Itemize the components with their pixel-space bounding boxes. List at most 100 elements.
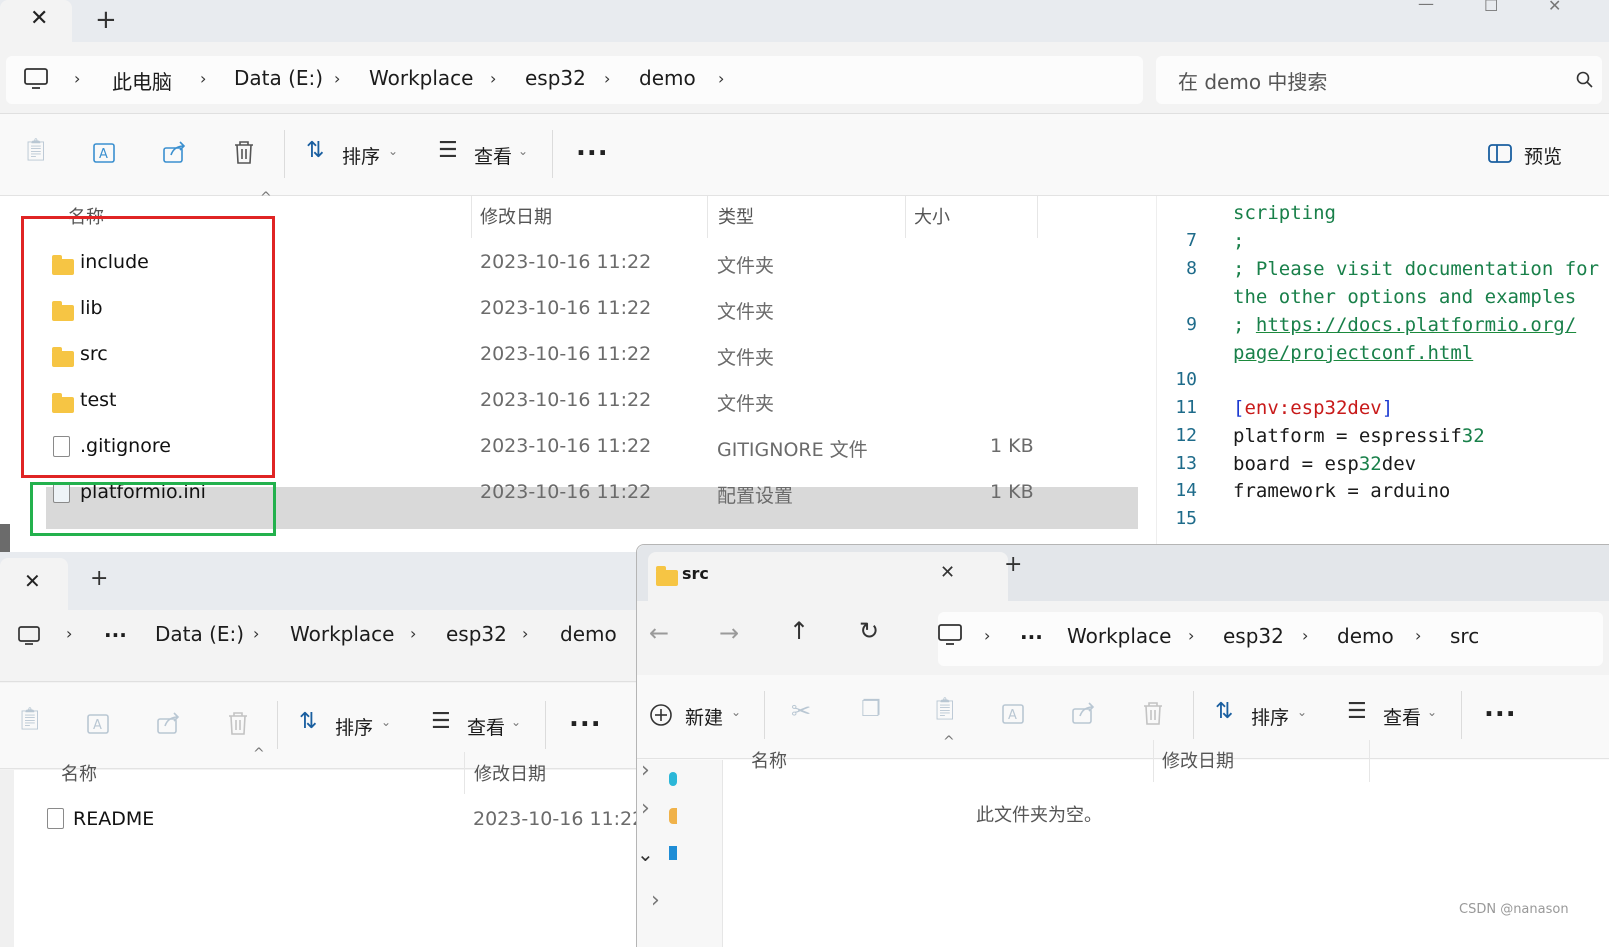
forward-arrow-icon[interactable]: → [719, 619, 739, 647]
view-button[interactable]: ☰ 查看 ⌄ [438, 138, 544, 170]
chevron-right-icon[interactable]: › [1415, 626, 1421, 645]
scrollbar[interactable] [0, 524, 10, 552]
chevron-right-icon[interactable]: › [641, 758, 650, 783]
close-tab-icon[interactable]: ✕ [30, 8, 48, 30]
column-divider[interactable] [905, 196, 906, 238]
search-box[interactable]: 在 demo 中搜索 [1156, 56, 1602, 104]
cut-icon[interactable]: ✂ [791, 697, 811, 725]
chevron-right-icon[interactable]: › [522, 624, 528, 643]
breadcrumb-data-drive[interactable]: Data (E:) [155, 622, 244, 646]
column-divider[interactable] [464, 752, 465, 794]
chevron-right-icon[interactable]: › [200, 69, 206, 88]
column-divider[interactable] [1037, 196, 1038, 238]
address-bar[interactable]: › ... Workplace › esp32 › demo › src [938, 612, 1603, 666]
column-header-date[interactable]: 修改日期 [480, 203, 552, 229]
breadcrumb-workplace[interactable]: Workplace [369, 66, 473, 90]
rename-icon[interactable]: A [1001, 701, 1027, 727]
breadcrumb-demo[interactable]: demo [639, 66, 696, 90]
chevron-right-icon[interactable]: › [651, 888, 660, 913]
rename-icon[interactable]: A [92, 140, 118, 166]
chevron-right-icon[interactable]: › [604, 69, 610, 88]
maximize-icon[interactable]: ☐ [1484, 0, 1498, 15]
minimize-icon[interactable]: — [1418, 0, 1434, 13]
view-button[interactable]: ☰ 查看 ⌄ [431, 709, 537, 741]
breadcrumb-esp32[interactable]: esp32 [525, 66, 586, 90]
share-icon[interactable] [156, 711, 182, 737]
new-tab-button[interactable]: + [90, 566, 108, 592]
chevron-right-icon[interactable]: › [1188, 626, 1194, 645]
close-window-icon[interactable]: ✕ [1548, 0, 1561, 15]
preview-pane-button[interactable]: 预览 [1488, 140, 1568, 170]
breadcrumb-overflow[interactable]: ... [1020, 620, 1043, 644]
paste-icon[interactable]: 📋︎ [931, 697, 959, 722]
breadcrumb-data-drive[interactable]: Data (E:) [234, 66, 323, 90]
refresh-icon[interactable]: ↻ [859, 617, 879, 645]
delete-icon[interactable] [1141, 701, 1167, 727]
breadcrumb-esp32[interactable]: esp32 [446, 622, 507, 646]
more-options-button[interactable]: ... [576, 132, 609, 162]
copy-icon[interactable]: ❐ [861, 697, 881, 722]
chevron-right-icon[interactable]: › [334, 69, 340, 88]
column-header-type[interactable]: 类型 [718, 203, 754, 229]
chevron-right-icon[interactable]: › [490, 69, 496, 88]
code-link[interactable]: page/projectconf.html [1233, 342, 1473, 364]
delete-icon[interactable] [232, 140, 258, 166]
breadcrumb-overflow[interactable]: ... [104, 618, 127, 642]
chevron-right-icon[interactable]: › [66, 624, 72, 643]
view-label: 查看 [1383, 707, 1422, 729]
breadcrumb-esp32[interactable]: esp32 [1223, 624, 1284, 648]
column-divider[interactable] [707, 196, 708, 238]
new-tab-button[interactable]: + [95, 7, 117, 33]
sort-button[interactable]: ⇅ 排序 ⌄ [306, 138, 412, 170]
view-button[interactable]: ☰ 查看 ⌄ [1347, 699, 1453, 731]
share-icon[interactable] [162, 140, 188, 166]
sort-button[interactable]: ⇅ 排序 ⌄ [1215, 699, 1321, 731]
code-link[interactable]: https://docs.platformio.org/ [1256, 314, 1576, 336]
chevron-right-icon[interactable]: › [984, 626, 990, 645]
column-divider[interactable] [471, 196, 472, 238]
tab-src[interactable]: src ✕ [648, 552, 1008, 601]
address-bar[interactable]: › 此电脑 › Data (E:) › Workplace › esp32 › … [6, 56, 1143, 104]
search-icon[interactable] [1576, 71, 1594, 89]
chevron-right-icon[interactable]: › [74, 69, 80, 88]
column-header-name[interactable]: 名称 [61, 760, 97, 786]
breadcrumb-workplace[interactable]: Workplace [290, 622, 394, 646]
tab-second[interactable]: ✕ [0, 558, 68, 610]
sort-button[interactable]: ⇅ 排序 ⌄ [299, 709, 405, 741]
new-button[interactable]: 新建 ⌄ [649, 701, 753, 731]
chevron-right-icon[interactable]: › [253, 624, 259, 643]
address-bar[interactable]: › ... Data (E:) › Workplace › esp32 › de… [0, 610, 640, 682]
chevron-right-icon[interactable]: › [718, 69, 724, 88]
close-tab-icon[interactable]: ✕ [24, 570, 41, 592]
column-header-size[interactable]: 大小 [914, 203, 950, 229]
tab-main[interactable]: ✕ [0, 0, 72, 42]
close-tab-icon[interactable]: ✕ [940, 562, 955, 583]
chevron-down-icon[interactable]: ⌄ [637, 842, 654, 866]
rename-icon[interactable]: A [86, 711, 112, 737]
paste-icon[interactable]: 📋︎ [22, 138, 50, 163]
column-header-date[interactable]: 修改日期 [1162, 747, 1234, 773]
column-divider[interactable] [1369, 740, 1370, 782]
chevron-right-icon[interactable]: › [1302, 626, 1308, 645]
table-row[interactable]: README 2023-10-16 11:22 [40, 802, 644, 838]
breadcrumb-workplace[interactable]: Workplace [1067, 624, 1171, 648]
chevron-right-icon[interactable]: › [641, 796, 650, 821]
column-header-name[interactable]: 名称 [751, 747, 787, 773]
delete-icon[interactable] [226, 711, 252, 737]
code-line: ; https://docs.platformio.org/ [1233, 314, 1576, 336]
more-options-button[interactable]: ... [569, 703, 602, 733]
breadcrumb-demo[interactable]: demo [1337, 624, 1394, 648]
back-arrow-icon[interactable]: ← [649, 619, 669, 647]
chevron-right-icon[interactable]: › [410, 624, 416, 643]
new-tab-button[interactable]: + [1004, 552, 1022, 578]
more-options-button[interactable]: ... [1484, 693, 1517, 723]
column-divider[interactable] [1153, 740, 1154, 782]
breadcrumb-this-pc[interactable]: 此电脑 [112, 66, 172, 95]
breadcrumb-demo[interactable]: demo [560, 622, 617, 646]
column-header-date[interactable]: 修改日期 [474, 760, 546, 786]
new-label: 新建 [685, 707, 724, 729]
share-icon[interactable] [1071, 701, 1097, 727]
breadcrumb-src[interactable]: src [1450, 624, 1479, 648]
paste-icon[interactable]: 📋︎ [16, 707, 44, 732]
up-arrow-icon[interactable]: ↑ [789, 617, 809, 645]
